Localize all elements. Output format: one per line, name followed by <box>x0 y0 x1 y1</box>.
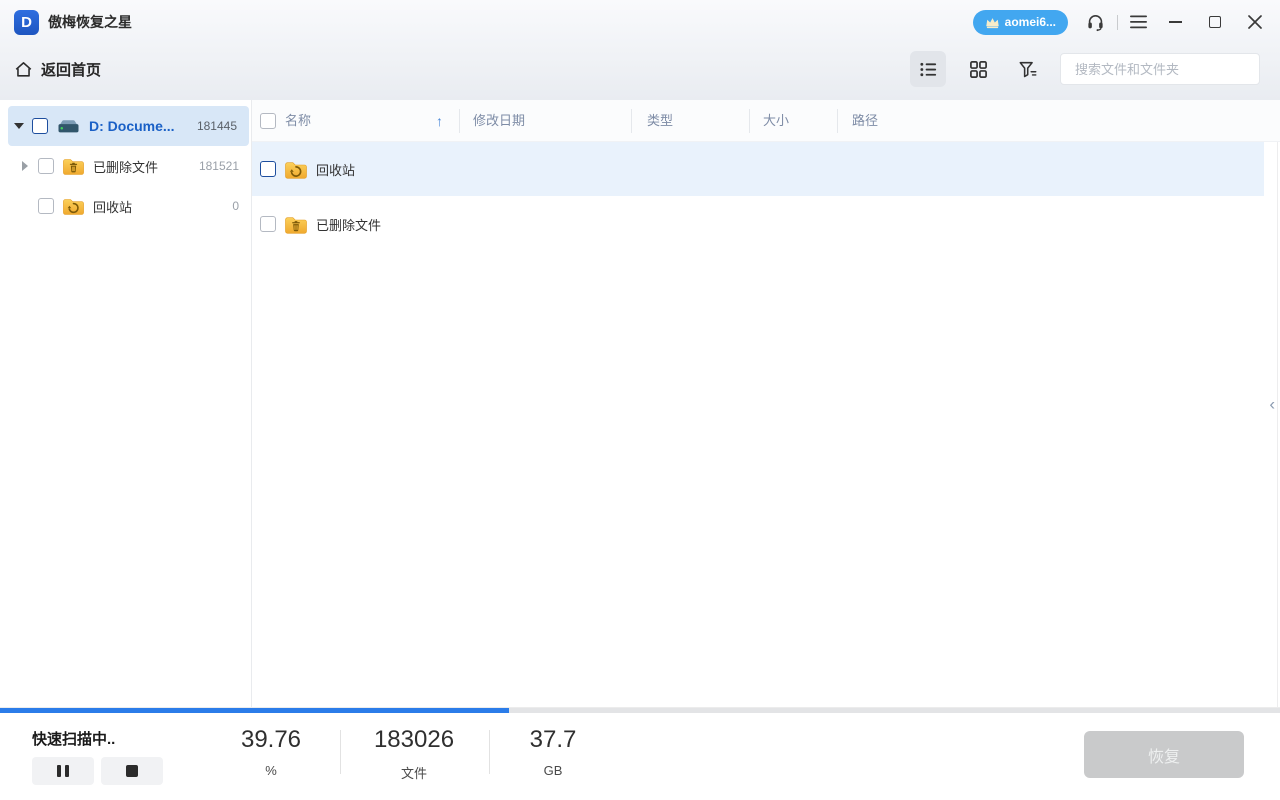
panel-edge-divider <box>1277 142 1278 707</box>
maximize-icon <box>1209 16 1221 28</box>
column-header-type[interactable]: 类型 <box>647 100 673 142</box>
stat-value: 39.76 <box>240 726 302 753</box>
account-label: aomei6... <box>1004 15 1056 29</box>
titlebar: D 傲梅恢复之星 aomei6... <box>0 0 1280 44</box>
stat-unit: 文件 <box>400 766 427 781</box>
stat-unit: GB <box>543 763 563 778</box>
tree-item-label: 已删除文件 <box>93 159 159 175</box>
account-button[interactable]: aomei6... <box>972 9 1068 35</box>
select-all-checkbox[interactable] <box>260 113 276 129</box>
collapse-panel-button[interactable]: ‹ <box>1267 393 1277 414</box>
maximize-button[interactable] <box>1209 16 1221 28</box>
folder-trash-icon <box>62 156 85 176</box>
stop-icon <box>126 765 138 777</box>
search-input[interactable] <box>1075 61 1251 77</box>
tree-item-deleted-files[interactable]: 已删除文件 181521 <box>0 146 251 186</box>
minimize-icon <box>1169 21 1182 23</box>
folder-recycle-icon <box>62 196 85 216</box>
column-divider <box>631 109 632 133</box>
folder-trash-icon <box>284 214 308 235</box>
tree-checkbox-drive-d[interactable] <box>32 118 48 134</box>
sidebar-tree: D: Docume... 181445 已删除文件 181521 回收站 0 <box>0 100 252 707</box>
scan-controls <box>32 757 163 785</box>
recover-button[interactable]: 恢复 <box>1084 731 1244 778</box>
grid-view-button[interactable] <box>960 51 996 87</box>
tree-checkbox-recycle-bin[interactable] <box>38 198 54 214</box>
close-button[interactable] <box>1248 15 1262 29</box>
list-view-icon <box>919 62 936 76</box>
tree-item-label: 回收站 <box>93 199 133 215</box>
stat-unit: % <box>265 763 277 778</box>
grid-view-icon <box>969 60 987 78</box>
crown-icon <box>985 17 999 28</box>
pause-icon <box>65 765 69 777</box>
column-header-size[interactable]: 大小 <box>763 100 789 142</box>
pause-icon <box>57 765 61 777</box>
tree-item-count: 181445 <box>196 119 237 133</box>
folder-recycle-icon <box>284 159 308 180</box>
back-home-button[interactable]: 返回首页 <box>14 59 101 80</box>
hamburger-icon <box>1130 15 1147 29</box>
column-header-modified[interactable]: 修改日期 <box>473 100 525 142</box>
sort-ascending-icon[interactable]: ↑ <box>436 100 443 142</box>
column-header-path[interactable]: 路径 <box>852 100 878 142</box>
headset-icon <box>1088 14 1103 31</box>
table-header: 名称 ↑ 修改日期 类型 大小 路径 <box>252 100 1280 142</box>
stat-divider <box>489 730 490 774</box>
column-divider <box>749 109 750 133</box>
stop-button[interactable] <box>101 757 163 785</box>
column-header-name[interactable]: 名称 <box>285 100 311 142</box>
app-logo-icon: D <box>14 9 39 35</box>
search-box <box>1060 53 1260 85</box>
column-divider <box>837 109 838 133</box>
support-button[interactable] <box>1086 13 1105 32</box>
stat-size: 37.7 GB <box>530 726 577 778</box>
stat-value: 183026 <box>373 726 455 753</box>
filter-button[interactable] <box>1010 51 1046 87</box>
column-divider <box>459 109 460 133</box>
file-row-deleted-files[interactable]: 已删除文件 <box>252 196 1264 252</box>
tree-item-count: 181521 <box>198 159 239 173</box>
toolbar: 返回首页 <box>0 44 1280 100</box>
stat-percent: 39.76 % <box>241 726 301 778</box>
stat-divider <box>340 730 341 774</box>
scan-status-text: 快速扫描中.. <box>32 731 116 748</box>
expander-collapse-icon[interactable] <box>14 121 24 131</box>
pause-button[interactable] <box>32 757 94 785</box>
row-checkbox[interactable] <box>260 161 276 177</box>
stat-files: 183026 文件 <box>374 726 454 782</box>
drive-icon <box>56 116 81 136</box>
tree-item-label: D: Docume... <box>89 118 175 134</box>
filter-icon <box>1019 61 1037 77</box>
close-icon <box>1248 15 1262 29</box>
stat-value: 37.7 <box>529 726 577 753</box>
back-home-label: 返回首页 <box>41 61 102 79</box>
titlebar-divider <box>1117 14 1118 30</box>
home-icon <box>15 61 32 77</box>
list-view-button[interactable] <box>910 51 946 87</box>
minimize-button[interactable] <box>1169 21 1182 23</box>
row-checkbox[interactable] <box>260 216 276 232</box>
tree-item-count: 0 <box>232 199 239 213</box>
file-name: 回收站 <box>316 162 356 178</box>
file-name: 已删除文件 <box>316 217 382 233</box>
file-list-panel: 名称 ↑ 修改日期 类型 大小 路径 回收站 已删除文件 ‹ <box>252 100 1280 707</box>
app-window: D 傲梅恢复之星 aomei6... 返回首页 搜索文件和文件夹 D: Docu… <box>0 0 1280 800</box>
tree-checkbox-deleted-files[interactable] <box>38 158 54 174</box>
content-area: D: Docume... 181445 已删除文件 181521 回收站 0 名… <box>0 100 1280 707</box>
expander-expand-icon[interactable] <box>20 161 30 171</box>
menu-button[interactable] <box>1130 15 1147 29</box>
tree-item-drive-d[interactable]: D: Docume... 181445 <box>8 106 249 146</box>
file-row-recycle-bin[interactable]: 回收站 <box>252 142 1264 196</box>
app-title: 傲梅恢复之星 <box>48 14 132 30</box>
tree-item-recycle-bin[interactable]: 回收站 0 <box>0 186 251 226</box>
statusbar: 快速扫描中.. 39.76 % 183026 文件 37.7 GB 恢复 <box>0 713 1280 800</box>
window-chrome: D 傲梅恢复之星 aomei6... 返回首页 搜索文件和文件夹 <box>0 0 1280 100</box>
